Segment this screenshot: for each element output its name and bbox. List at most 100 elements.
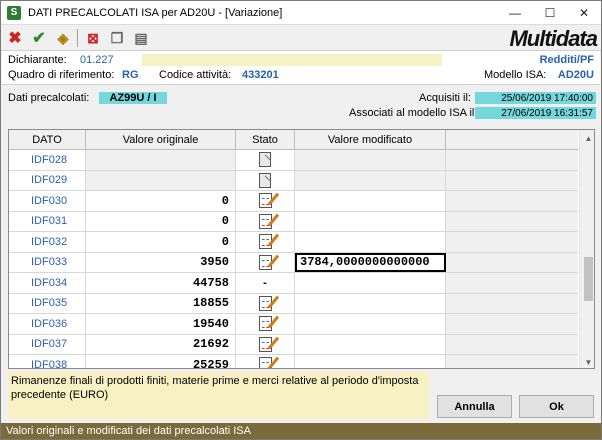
- scroll-up-arrow-icon[interactable]: ▲: [580, 130, 594, 146]
- cell-stato[interactable]: [236, 170, 295, 190]
- cell-stato[interactable]: [236, 355, 295, 368]
- cell-valore-originale[interactable]: 0: [86, 232, 236, 252]
- table-row[interactable]: IDF034 44758 -: [9, 273, 578, 294]
- cell-dato[interactable]: IDF034: [9, 273, 86, 293]
- annulla-button[interactable]: Annulla: [437, 395, 512, 418]
- paste-icon[interactable]: ▤: [131, 28, 151, 48]
- associati-value: 27/06/2019 16:31:57: [475, 107, 596, 119]
- cell-filler: [446, 170, 578, 190]
- modello-label: Modello ISA:: [484, 69, 547, 81]
- cell-dato[interactable]: IDF038: [9, 355, 86, 368]
- cell-valore-originale[interactable]: 19540: [86, 314, 236, 334]
- copy-icon[interactable]: ❐: [107, 28, 127, 48]
- cancel-x-icon[interactable]: ✖: [5, 28, 25, 48]
- ok-button[interactable]: Ok: [519, 395, 594, 418]
- cell-filler: [446, 355, 578, 368]
- associati-label: Associati al modello ISA il:: [349, 107, 478, 119]
- edit-pencil-icon: [258, 336, 272, 352]
- maximize-button[interactable]: ☐: [533, 1, 567, 25]
- confirm-check-icon[interactable]: ✔: [29, 28, 49, 48]
- cell-stato[interactable]: [236, 314, 295, 334]
- cell-valore-modificato[interactable]: [295, 150, 446, 170]
- scroll-thumb[interactable]: [584, 257, 593, 301]
- codice-label: Codice attività:: [159, 69, 232, 81]
- cell-filler: [446, 334, 578, 354]
- cell-dato[interactable]: IDF032: [9, 232, 86, 252]
- valore-modificato-input[interactable]: 3784,0000000000000: [295, 252, 446, 272]
- cell-valore-modificato[interactable]: [295, 232, 446, 252]
- table-row[interactable]: IDF037 21692: [9, 334, 578, 355]
- cell-valore-originale[interactable]: 0: [86, 211, 236, 231]
- column-header-valore-modificato[interactable]: Valore modificato: [295, 130, 446, 150]
- cell-valore-modificato[interactable]: [295, 191, 446, 211]
- cell-stato[interactable]: -: [236, 273, 295, 293]
- acquisiti-value: 25/06/2019 17:40:00: [475, 92, 596, 104]
- cell-valore-originale[interactable]: 44758: [86, 273, 236, 293]
- toolbar: ✖ ✔ ◈ ⊠ ❐ ▤ Multidata: [1, 25, 601, 51]
- cell-stato[interactable]: [236, 150, 295, 170]
- cell-dato[interactable]: IDF035: [9, 293, 86, 313]
- cell-valore-originale[interactable]: 18855: [86, 293, 236, 313]
- cell-valore-originale[interactable]: 21692: [86, 334, 236, 354]
- cell-dato[interactable]: IDF036: [9, 314, 86, 334]
- table-row[interactable]: IDF029: [9, 170, 578, 191]
- document-icon: [259, 152, 271, 168]
- cell-valore-originale[interactable]: 25259: [86, 355, 236, 368]
- cell-valore-modificato[interactable]: [295, 170, 446, 190]
- cell-valore-modificato[interactable]: [295, 273, 446, 293]
- cell-stato[interactable]: [236, 252, 295, 272]
- wizard-icon[interactable]: ◈: [53, 28, 73, 48]
- cell-valore-modificato[interactable]: [295, 334, 446, 354]
- vertical-scrollbar[interactable]: ▲ ▼: [579, 130, 594, 368]
- cell-valore-originale[interactable]: [86, 170, 236, 190]
- table-row[interactable]: IDF036 19540: [9, 314, 578, 335]
- column-header-valore-originale[interactable]: Valore originale: [86, 130, 236, 150]
- data-grid[interactable]: DATO Valore originale Stato Valore modif…: [8, 129, 595, 369]
- table-row[interactable]: IDF030 0: [9, 191, 578, 212]
- cell-stato[interactable]: [236, 191, 295, 211]
- cell-dato[interactable]: IDF030: [9, 191, 86, 211]
- redditi-value: Redditi/PF: [539, 54, 594, 66]
- cell-valore-originale[interactable]: 0: [86, 191, 236, 211]
- dichiarante-value: 01.227: [80, 54, 114, 66]
- cell-stato[interactable]: [236, 211, 295, 231]
- cell-dato[interactable]: IDF029: [9, 170, 86, 190]
- cell-stato[interactable]: [236, 232, 295, 252]
- field-description: Rimanenze finali di prodotti finiti, mat…: [8, 372, 429, 419]
- column-header-stato[interactable]: Stato: [236, 130, 295, 150]
- table-row[interactable]: IDF033 3950 3784,0000000000000: [9, 252, 578, 273]
- cell-valore-originale[interactable]: 3950: [86, 252, 236, 272]
- quadro-value: RG: [122, 69, 139, 81]
- app-icon: S: [7, 5, 21, 20]
- cell-stato[interactable]: [236, 293, 295, 313]
- cell-valore-modificato[interactable]: [295, 211, 446, 231]
- table-row[interactable]: IDF032 0: [9, 232, 578, 253]
- cell-dato[interactable]: IDF037: [9, 334, 86, 354]
- cell-dato[interactable]: IDF028: [9, 150, 86, 170]
- column-header-dato[interactable]: DATO: [9, 130, 86, 150]
- cell-dato[interactable]: IDF031: [9, 211, 86, 231]
- dichiarante-name-field: [142, 54, 442, 66]
- table-row[interactable]: IDF028: [9, 150, 578, 171]
- title-bar: S DATI PRECALCOLATI ISA per AD20U - [Var…: [1, 1, 601, 25]
- edit-pencil-icon: [258, 295, 272, 311]
- minimize-button[interactable]: —: [498, 1, 532, 25]
- table-row[interactable]: IDF035 18855: [9, 293, 578, 314]
- cell-valore-modificato[interactable]: [295, 314, 446, 334]
- edit-pencil-icon: [258, 193, 272, 209]
- table-row[interactable]: IDF031 0: [9, 211, 578, 232]
- cell-filler: [446, 191, 578, 211]
- cell-filler: [446, 211, 578, 231]
- edit-pencil-icon: [258, 316, 272, 332]
- cell-dato[interactable]: IDF033: [9, 252, 86, 272]
- delete-doc-icon[interactable]: ⊠: [83, 28, 103, 48]
- cell-stato[interactable]: [236, 334, 295, 354]
- cell-valore-modificato[interactable]: [295, 293, 446, 313]
- cell-valore-originale[interactable]: [86, 150, 236, 170]
- scroll-down-arrow-icon[interactable]: ▼: [580, 354, 594, 368]
- cell-valore-modificato[interactable]: [295, 355, 446, 368]
- close-window-button[interactable]: ✕: [567, 1, 601, 25]
- dati-precalcolati-label: Dati precalcolati:: [8, 92, 90, 104]
- quadro-label: Quadro di riferimento:: [8, 69, 115, 81]
- table-row[interactable]: IDF038 25259: [9, 355, 578, 368]
